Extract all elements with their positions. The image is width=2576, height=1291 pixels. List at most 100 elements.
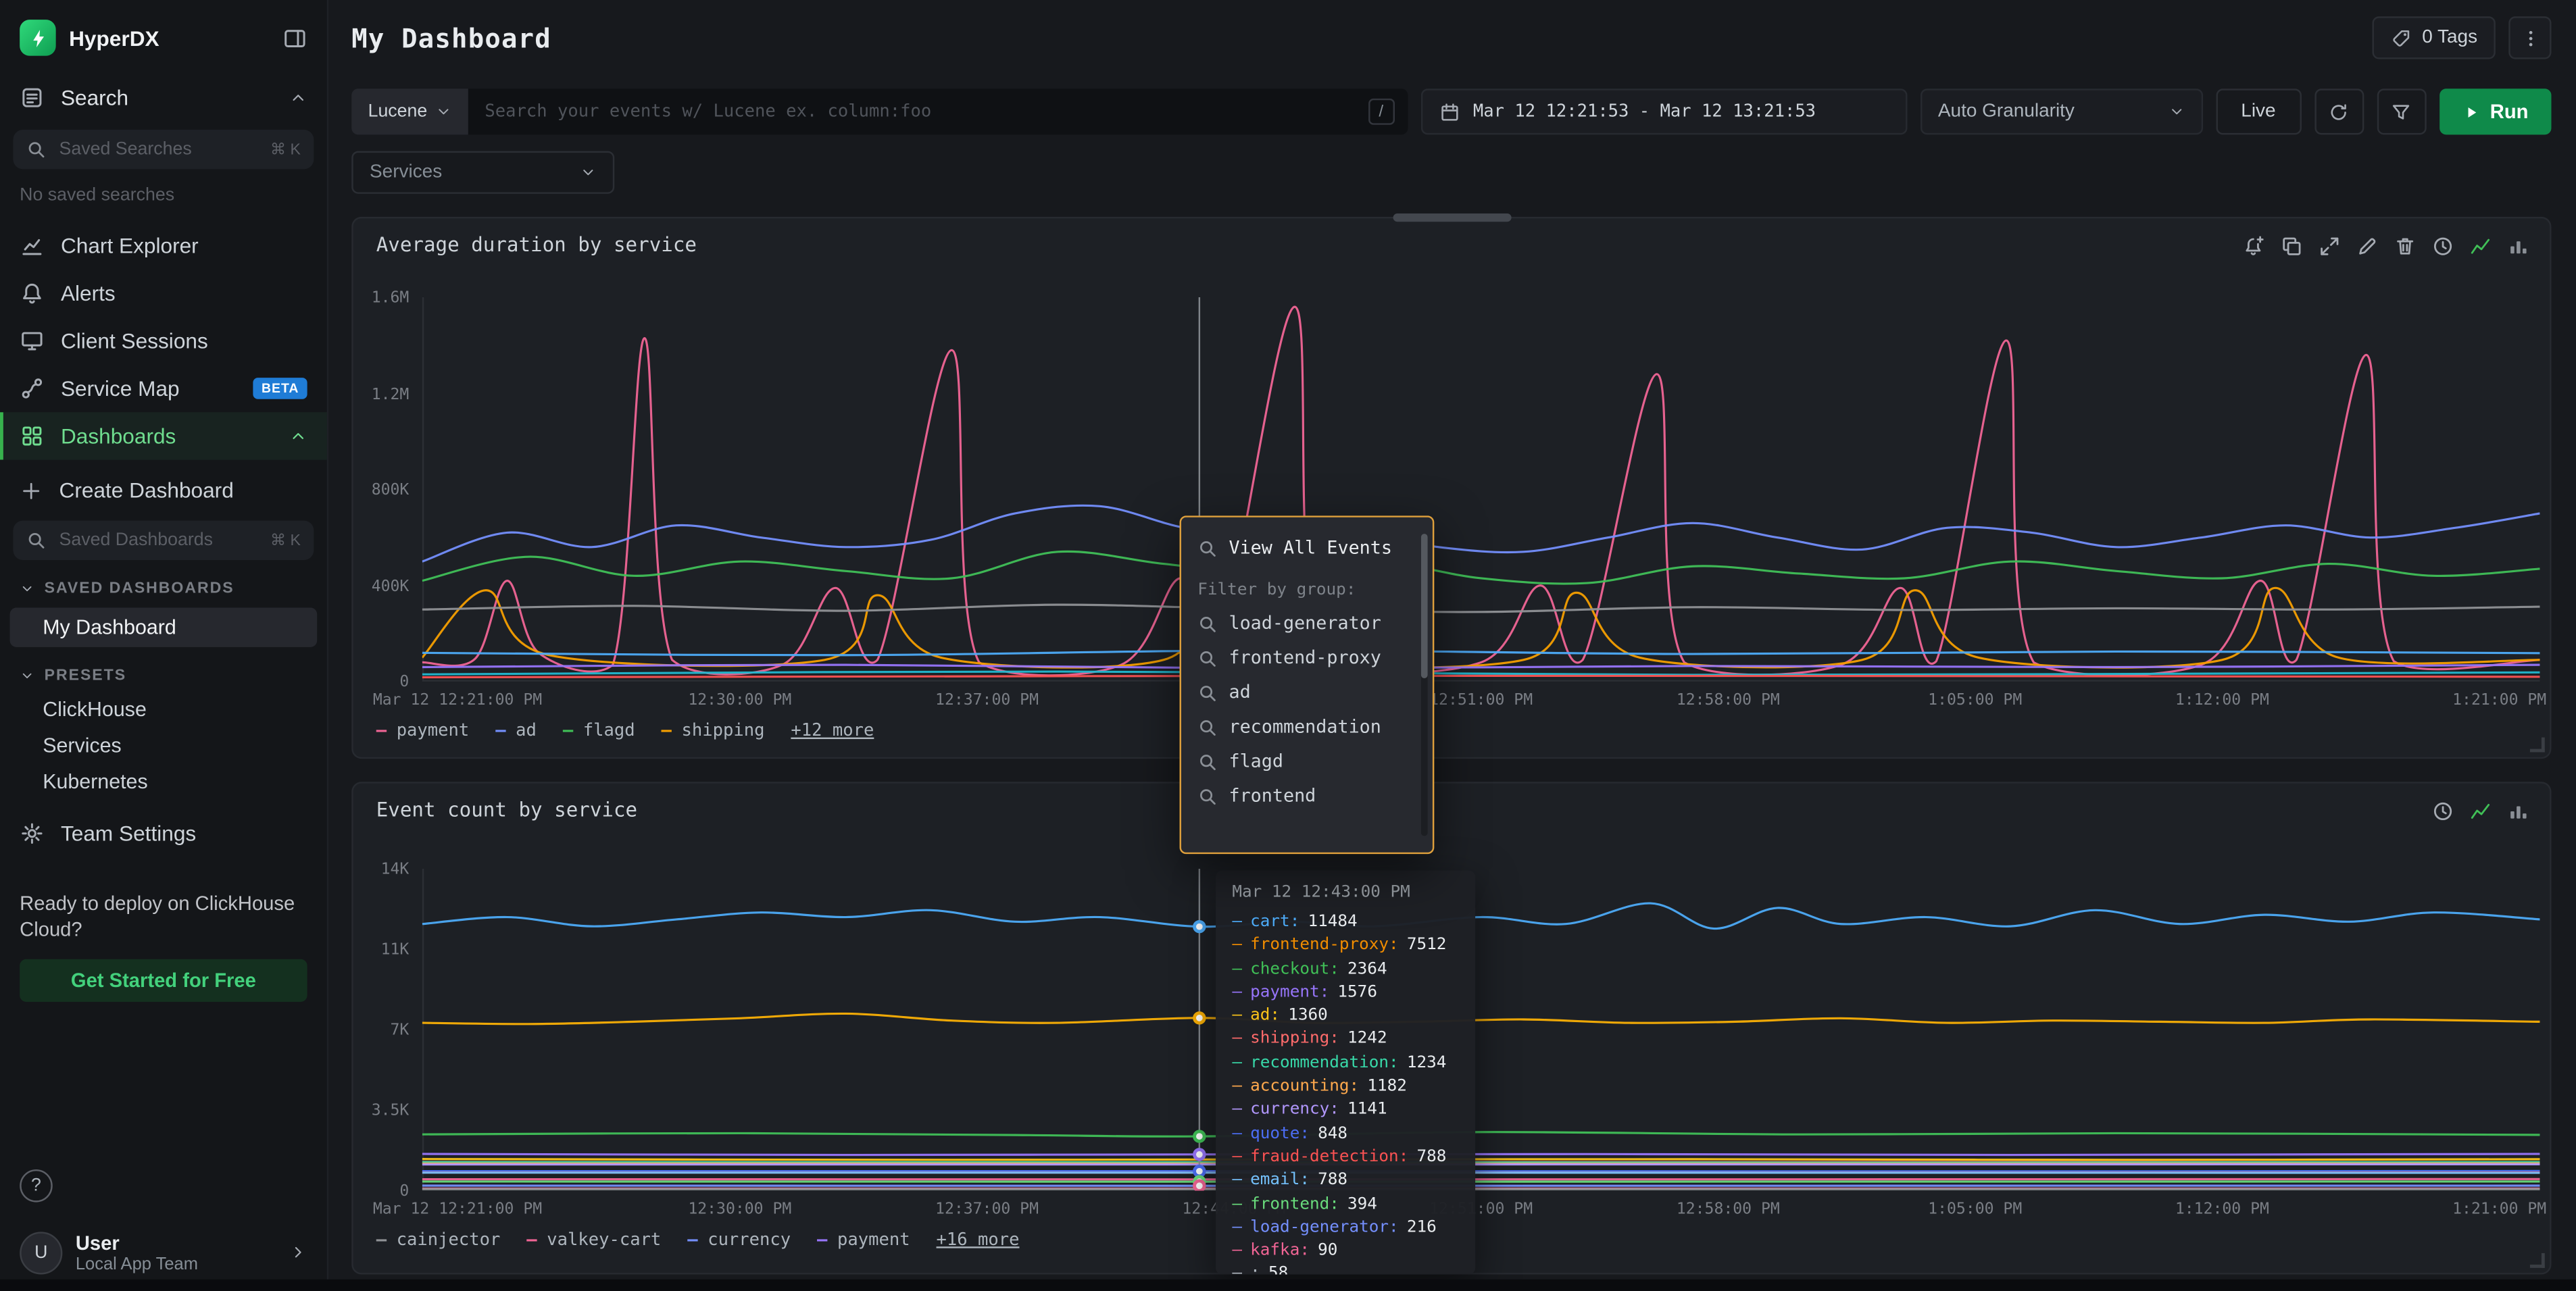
live-button[interactable]: Live [2216,88,2301,134]
saved-dashboards-input[interactable] [56,529,261,552]
event-search-input[interactable] [482,100,1368,123]
line-chart-toggle[interactable] [2466,232,2496,261]
filter-group-item-flagd[interactable]: flagd [1181,744,1433,778]
page-title: My Dashboard [351,22,551,53]
sidebar-item-chart-explorer[interactable]: Chart Explorer [0,222,327,270]
popup-scrollbar-thumb[interactable] [1421,534,1428,678]
filter-group-item-ad[interactable]: ad [1181,675,1433,709]
bar-chart-toggle[interactable] [2504,796,2533,826]
tags-button[interactable]: 0 Tags [2373,16,2496,59]
series-name: ad: [1250,1005,1280,1029]
legend-item-flagd[interactable]: —flagd [563,721,635,740]
legend-label: flagd [583,721,635,740]
series-color-dash: – [1232,1193,1242,1217]
more-options-button[interactable] [2508,16,2551,59]
create-dashboard-button[interactable]: Create Dashboard [0,466,327,514]
resize-handle[interactable] [2530,1253,2545,1268]
popup-scrollbar[interactable] [1421,534,1428,836]
series-name: email: [1250,1170,1310,1194]
bar-chart-toggle[interactable] [2504,232,2533,261]
expand-chart-button[interactable] [2314,232,2344,261]
series-value: 1242 [1347,1029,1387,1053]
legend-more-link[interactable]: +16 more [937,1230,1020,1250]
granularity-select[interactable]: Auto Granularity [1920,88,2202,134]
sidebar-item-services[interactable]: Services [0,728,327,763]
saved-dashboards-section-toggle[interactable]: SAVED DASHBOARDS [0,563,327,605]
edit-chart-button[interactable] [2352,232,2382,261]
series-value: 11484 [1308,911,1357,935]
legend-item-cainjector[interactable]: —cainjector [376,1230,501,1250]
services-filter-select[interactable]: Services [351,151,614,194]
saved-dashboards-search[interactable]: ⌘ K [13,521,314,560]
refresh-button[interactable] [2314,88,2364,134]
help-button[interactable]: ? [20,1169,53,1202]
tooltip-row: –email:788 [1232,1170,1458,1194]
chart-title: Event count by service [376,799,637,821]
panel-drag-handle[interactable] [1393,213,1512,222]
series-color-dash: – [1232,1170,1242,1194]
user-menu[interactable]: U User Local App Team [20,1221,307,1278]
collapse-sidebar-button[interactable] [279,22,310,53]
legend-item-payment[interactable]: —payment [376,721,470,740]
legend-item-payment[interactable]: —payment [817,1230,910,1250]
chart-canvas[interactable] [422,869,2540,1190]
presets-section-toggle[interactable]: PRESETS [0,651,327,692]
filter-group-item-load-generator[interactable]: load-generator [1181,606,1433,640]
delete-chart-button[interactable] [2390,232,2420,261]
sidebar-item-team-settings[interactable]: Team Settings [0,810,327,858]
crosshair-marker [1195,1166,1205,1176]
preset-name: Services [43,734,122,757]
view-all-events-button[interactable]: View All Events [1181,530,1433,572]
sidebar-item-my-dashboard[interactable]: My Dashboard [10,608,318,647]
filter-button[interactable] [2377,88,2426,134]
sidebar-item-kubernetes[interactable]: Kubernetes [0,763,327,799]
funnel-icon [2391,101,2412,123]
filter-group-item-recommendation[interactable]: recommendation [1181,709,1433,744]
brand-row: HyperDX [0,13,327,72]
time-override-button[interactable] [2428,232,2458,261]
create-alert-button[interactable] [2239,232,2269,261]
legend-item-currency[interactable]: —currency [687,1230,791,1250]
legend-item-ad[interactable]: —ad [495,721,537,740]
legend-item-shipping[interactable]: —shipping [662,721,765,740]
copy-icon [2280,235,2303,258]
expand-icon [2318,235,2341,258]
resize-handle[interactable] [2530,738,2545,753]
y-axis-tick: 1.6M [372,289,410,307]
crosshair-marker [1195,1013,1205,1023]
filter-group-label: recommendation [1229,716,1381,738]
crosshair-marker [1195,1132,1205,1142]
saved-searches-search[interactable]: ⌘ K [13,130,314,169]
run-button[interactable]: Run [2439,88,2551,134]
time-override-button[interactable] [2428,796,2458,826]
chart-canvas[interactable] [422,297,2540,682]
series-value: 1234 [1407,1053,1447,1076]
chart-plot[interactable] [422,869,2540,1190]
x-axis-tick: 1:21:00 PM [2452,1200,2546,1219]
time-range-button[interactable]: Mar 12 12:21:53 - Mar 12 13:21:53 [1420,88,1907,134]
legend-more-link[interactable]: +12 more [791,721,874,740]
duplicate-chart-button[interactable] [2277,232,2307,261]
sidebar-item-client-sessions[interactable]: Client Sessions [0,317,327,365]
sidebar-item-service-map[interactable]: Service Map BETA [0,365,327,413]
service-map-icon [20,376,44,401]
brand[interactable]: HyperDX [20,20,279,55]
monitor-icon [20,328,44,353]
chart-plot[interactable] [422,297,2540,682]
saved-searches-input[interactable] [56,138,261,161]
sidebar-item-dashboards[interactable]: Dashboards [0,412,327,460]
filter-group-item-frontend[interactable]: frontend [1181,778,1433,813]
sidebar-item-clickhouse[interactable]: ClickHouse [0,691,327,727]
filter-group-item-frontend-proxy[interactable]: frontend-proxy [1181,640,1433,675]
services-filter-label: Services [370,163,442,182]
search-section-toggle[interactable]: Search [0,72,327,123]
query-language-select[interactable]: Lucene [351,88,468,134]
search-section-label: Search [61,85,128,109]
legend-item-valkey-cart[interactable]: —valkey-cart [526,1230,661,1250]
search-icon [1197,648,1217,667]
get-started-button[interactable]: Get Started for Free [20,960,307,1003]
section-title: PRESETS [45,667,126,685]
slash-shortcut-hint: / [1368,99,1394,125]
line-chart-toggle[interactable] [2466,796,2496,826]
sidebar-item-alerts[interactable]: Alerts [0,270,327,318]
